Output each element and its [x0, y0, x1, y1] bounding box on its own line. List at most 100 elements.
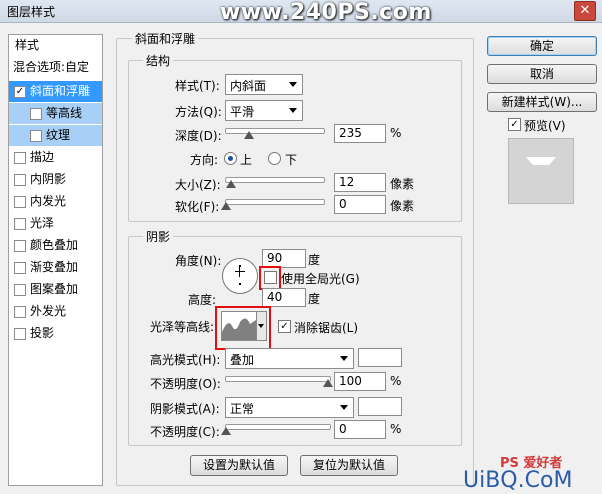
checkbox[interactable]	[14, 284, 26, 296]
chevron-down-icon	[289, 108, 297, 113]
soften-unit: 像素	[390, 199, 415, 213]
direction-up-radio[interactable]	[224, 152, 237, 165]
styles-header[interactable]: 样式	[9, 35, 102, 56]
preview-label: 预览(V)	[524, 119, 566, 133]
soften-label: 软化(F):	[175, 200, 220, 214]
highlight-opacity-thumb[interactable]	[323, 379, 333, 387]
direction-down-radio[interactable]	[268, 152, 281, 165]
direction-label: 方向:	[190, 153, 219, 167]
gloss-contour-label: 光泽等高线:	[150, 320, 215, 334]
checkbox[interactable]	[14, 262, 26, 274]
checkbox[interactable]	[14, 218, 26, 230]
footer-logo: UiBQ.CoM	[463, 468, 573, 493]
checkbox[interactable]	[14, 152, 26, 164]
angle-dial[interactable]	[222, 258, 258, 294]
highlight-opacity-label: 不透明度(O):	[150, 377, 221, 391]
technique-dropdown[interactable]: 平滑	[225, 100, 303, 121]
new-style-button[interactable]: 新建样式(W)...	[487, 92, 597, 112]
soften-slider[interactable]	[225, 199, 325, 205]
preview-shape-icon	[526, 157, 556, 165]
chevron-down-icon	[258, 324, 264, 328]
highlight-opacity-field[interactable]: 100	[334, 372, 386, 391]
antialias-checkbox[interactable]: ✓	[278, 320, 291, 333]
size-unit: 像素	[390, 177, 415, 191]
depth-slider-thumb[interactable]	[243, 131, 254, 139]
gloss-contour-preview[interactable]	[221, 311, 257, 341]
list-item-gradient-overlay[interactable]: 渐变叠加	[9, 257, 102, 278]
footer-logo-2: PS 爱好者	[500, 456, 563, 471]
shadow-opacity-slider[interactable]	[225, 424, 331, 430]
depth-slider[interactable]	[225, 128, 325, 134]
technique-label: 方法(Q):	[175, 105, 222, 119]
global-light-label: 使用全局光(G)	[281, 272, 360, 286]
direction-down-label: 下	[285, 153, 298, 167]
close-button[interactable]: ✕	[574, 1, 596, 21]
shadow-opacity-label: 不透明度(C):	[150, 425, 220, 439]
list-item-outer-glow[interactable]: 外发光	[9, 301, 102, 322]
highlight-opacity-slider[interactable]	[225, 376, 331, 382]
checkbox[interactable]: ✓	[14, 86, 26, 98]
altitude-field[interactable]: 40	[262, 288, 306, 307]
checkbox[interactable]	[14, 240, 26, 252]
list-item-drop-shadow[interactable]: 投影	[9, 323, 102, 344]
list-item-pattern-overlay[interactable]: 图案叠加	[9, 279, 102, 300]
highlight-color-swatch[interactable]	[358, 348, 402, 367]
depth-unit: %	[390, 126, 402, 140]
global-light-checkbox[interactable]	[264, 271, 277, 284]
soften-field[interactable]: 0	[334, 195, 386, 214]
highlight-mode-label: 高光模式(H):	[150, 353, 221, 367]
soften-slider-thumb[interactable]	[221, 202, 231, 210]
blending-options[interactable]: 混合选项:自定	[9, 57, 102, 78]
window-title: 图层样式	[7, 5, 56, 19]
preview-checkbox[interactable]: ✓	[508, 118, 521, 131]
list-item-stroke[interactable]: 描边	[9, 147, 102, 168]
size-slider[interactable]	[225, 177, 325, 183]
checkbox[interactable]	[14, 196, 26, 208]
shading-title: 阴影	[143, 228, 174, 245]
checkbox[interactable]	[30, 108, 42, 120]
shadow-opacity-thumb[interactable]	[221, 427, 231, 435]
size-slider-thumb[interactable]	[225, 180, 236, 188]
style-dropdown[interactable]: 内斜面	[225, 74, 303, 95]
highlight-mode-dropdown[interactable]: 叠加	[225, 348, 354, 369]
shadow-mode-dropdown[interactable]: 正常	[225, 397, 354, 418]
size-label: 大小(Z):	[175, 178, 221, 192]
chevron-down-icon	[289, 82, 297, 87]
size-field[interactable]: 12	[334, 173, 386, 192]
checkbox[interactable]	[14, 328, 26, 340]
altitude-unit: 度	[308, 292, 321, 306]
shadow-mode-label: 阴影模式(A):	[150, 402, 220, 416]
checkbox[interactable]	[14, 306, 26, 318]
checkbox[interactable]	[30, 130, 42, 142]
list-item-contour[interactable]: 等高线	[9, 103, 102, 124]
structure-title: 结构	[143, 52, 174, 69]
angle-unit: 度	[308, 253, 321, 267]
gloss-contour-dropdown[interactable]	[256, 311, 267, 341]
altitude-label: 高度:	[188, 293, 217, 307]
shadow-opacity-field[interactable]: 0	[334, 420, 386, 439]
shadow-opacity-unit: %	[390, 422, 402, 436]
make-default-button[interactable]: 设置为默认值	[190, 455, 288, 476]
shadow-color-swatch[interactable]	[358, 397, 402, 416]
list-item-inner-shadow[interactable]: 内阴影	[9, 169, 102, 190]
depth-field[interactable]: 235	[334, 124, 386, 143]
checkbox[interactable]	[14, 174, 26, 186]
direction-up-label: 上	[240, 153, 253, 167]
list-item-satin[interactable]: 光泽	[9, 213, 102, 234]
style-label: 样式(T):	[175, 79, 220, 93]
antialias-label: 消除锯齿(L)	[294, 321, 359, 335]
style-list: 样式 混合选项:自定 ✓ 斜面和浮雕 等高线 纹理 描边 内阴影 内发光 光泽 颜…	[8, 34, 103, 486]
preview-thumbnail	[508, 138, 574, 204]
list-item-inner-glow[interactable]: 内发光	[9, 191, 102, 212]
ok-button[interactable]: 确定	[487, 36, 597, 56]
chevron-down-icon	[340, 405, 348, 410]
cancel-button[interactable]: 取消	[487, 64, 597, 84]
angle-label: 角度(N):	[175, 254, 222, 268]
list-item-texture[interactable]: 纹理	[9, 125, 102, 146]
list-item-bevel[interactable]: ✓ 斜面和浮雕	[9, 81, 102, 102]
list-item-color-overlay[interactable]: 颜色叠加	[9, 235, 102, 256]
reset-default-button[interactable]: 复位为默认值	[300, 455, 398, 476]
chevron-down-icon	[340, 356, 348, 361]
watermark: www.240PS.com	[220, 0, 432, 25]
bevel-title: 斜面和浮雕	[132, 30, 199, 47]
